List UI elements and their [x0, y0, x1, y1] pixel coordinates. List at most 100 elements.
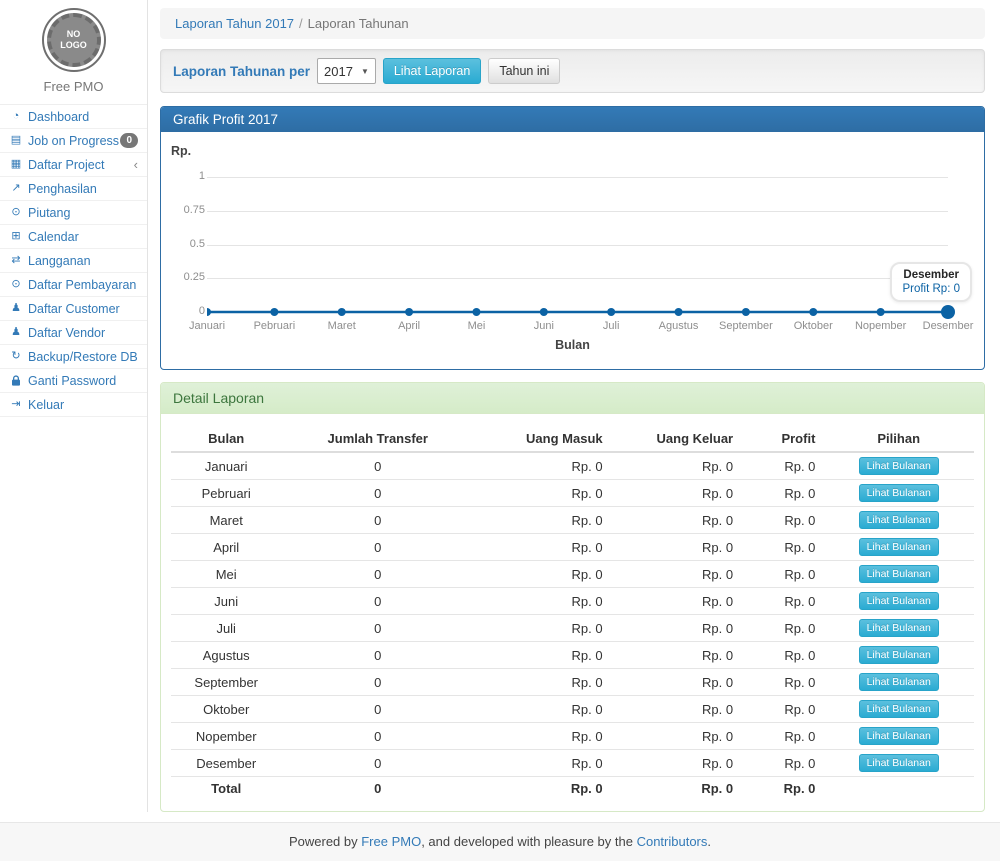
pilihan-cell: Lihat Bulanan	[823, 669, 974, 696]
year-select[interactable]: 2017 ▼	[317, 58, 376, 84]
profit-chart-panel: Grafik Profit 2017 Rp. 00.250.50.751Janu…	[160, 106, 985, 370]
tahun-ini-button[interactable]: Tahun ini	[488, 58, 560, 84]
chart-point-nopember[interactable]	[877, 308, 885, 316]
uang_masuk-cell: Rp. 0	[474, 507, 611, 534]
signout-icon: ⇥	[9, 399, 23, 410]
uang_masuk-cell: Rp. 0	[474, 534, 611, 561]
uang_keluar-cell: Rp. 0	[611, 723, 741, 750]
lihat-bulanan-button[interactable]: Lihat Bulanan	[859, 727, 939, 745]
column-header: Pilihan	[823, 426, 974, 452]
chart-point-juni[interactable]	[540, 308, 548, 316]
table-row: Nopember0Rp. 0Rp. 0Rp. 0Lihat Bulanan	[171, 723, 974, 750]
sidebar-item-piutang[interactable]: ⊙Piutang	[0, 201, 147, 225]
pilihan-cell: Lihat Bulanan	[823, 452, 974, 480]
jumlah_transfer-cell: 0	[281, 642, 474, 669]
sidebar-item-dashboard[interactable]: ◔ Dashboard	[0, 105, 147, 129]
uang_keluar-cell: Rp. 0	[611, 452, 741, 480]
sidebar-item-label: Dashboard	[28, 110, 89, 124]
chart-point-oktober[interactable]	[809, 308, 817, 316]
sidebar-item-label: Calendar	[28, 230, 79, 244]
sidebar-item-job-on-progress[interactable]: ▤Job on Progress0	[0, 129, 147, 153]
footer-text: , and developed with pleasure by the	[421, 834, 636, 849]
tooltip-month: Desember	[902, 269, 960, 281]
sidebar-item-ganti-password[interactable]: Ganti Password	[0, 369, 147, 393]
chart-point-desember[interactable]	[941, 305, 955, 319]
lihat-bulanan-button[interactable]: Lihat Bulanan	[859, 457, 939, 475]
free-pmo-link[interactable]: Free PMO	[361, 834, 421, 849]
sidebar-item-langganan[interactable]: ⇄Langganan	[0, 249, 147, 273]
chart-point-september[interactable]	[742, 308, 750, 316]
chart-point-januari[interactable]	[207, 308, 211, 316]
uang_keluar-cell: Rp. 0	[611, 615, 741, 642]
chart-point-juli[interactable]	[607, 308, 615, 316]
lihat-bulanan-button[interactable]: Lihat Bulanan	[859, 700, 939, 718]
column-header: Bulan	[171, 426, 281, 452]
total-bulan-cell: Total	[171, 777, 281, 801]
lihat-bulanan-button[interactable]: Lihat Bulanan	[859, 484, 939, 502]
brand-name: Free PMO	[0, 79, 147, 94]
profit-cell: Rp. 0	[741, 507, 823, 534]
sidebar-item-label: Job on Progress	[28, 134, 119, 148]
profit-cell: Rp. 0	[741, 723, 823, 750]
jumlah_transfer-cell: 0	[281, 507, 474, 534]
x-tick-label: Agustus	[659, 320, 699, 332]
lihat-bulanan-button[interactable]: Lihat Bulanan	[859, 673, 939, 691]
profit-cell: Rp. 0	[741, 696, 823, 723]
sidebar-item-calendar[interactable]: ⊞Calendar	[0, 225, 147, 249]
chart-point-maret[interactable]	[338, 308, 346, 316]
profit-line-chart: Rp. 00.250.50.751JanuariPebruariMaretApr…	[171, 144, 974, 359]
sidebar-item-label: Penghasilan	[28, 182, 97, 196]
sidebar-item-keluar[interactable]: ⇥Keluar	[0, 393, 147, 417]
chart-point-pebruari[interactable]	[270, 308, 278, 316]
table-row: Juni0Rp. 0Rp. 0Rp. 0Lihat Bulanan	[171, 588, 974, 615]
bulan-cell: Mei	[171, 561, 281, 588]
jumlah_transfer-cell: 0	[281, 750, 474, 777]
pilihan-cell: Lihat Bulanan	[823, 696, 974, 723]
x-tick-label: Pebruari	[254, 320, 296, 332]
pilihan-cell: Lihat Bulanan	[823, 588, 974, 615]
x-tick-label: Mei	[468, 320, 486, 332]
breadcrumb-link[interactable]: Laporan Tahun 2017	[175, 16, 294, 31]
profit-cell: Rp. 0	[741, 615, 823, 642]
sidebar-item-backup-restore-db[interactable]: ↻Backup/Restore DB	[0, 345, 147, 369]
table-row: Desember0Rp. 0Rp. 0Rp. 0Lihat Bulanan	[171, 750, 974, 777]
pilihan-cell: Lihat Bulanan	[823, 507, 974, 534]
lihat-bulanan-button[interactable]: Lihat Bulanan	[859, 646, 939, 664]
contributors-link[interactable]: Contributors	[637, 834, 708, 849]
footer-text: Powered by	[289, 834, 361, 849]
jumlah_transfer-cell: 0	[281, 696, 474, 723]
retweet-icon: ⇄	[9, 255, 23, 266]
lihat-bulanan-button[interactable]: Lihat Bulanan	[859, 754, 939, 772]
uang_keluar-cell: Rp. 0	[611, 696, 741, 723]
money-icon: ⊙	[9, 207, 23, 218]
sidebar-item-daftar-customer[interactable]: ♟Daftar Customer	[0, 297, 147, 321]
bulan-cell: Agustus	[171, 642, 281, 669]
sidebar-item-penghasilan[interactable]: ↗Penghasilan	[0, 177, 147, 201]
dashboard-icon: ◔	[9, 111, 23, 122]
sidebar-item-daftar-pembayaran[interactable]: ⊙Daftar Pembayaran	[0, 273, 147, 297]
lihat-bulanan-button[interactable]: Lihat Bulanan	[859, 538, 939, 556]
bulan-cell: Oktober	[171, 696, 281, 723]
lihat-bulanan-button[interactable]: Lihat Bulanan	[859, 565, 939, 583]
pilihan-cell: Lihat Bulanan	[823, 750, 974, 777]
chart-point-april[interactable]	[405, 308, 413, 316]
sidebar-item-daftar-project[interactable]: ▦Daftar Project‹	[0, 153, 147, 177]
chart-point-mei[interactable]	[472, 308, 480, 316]
pilihan-cell: Lihat Bulanan	[823, 561, 974, 588]
lihat-laporan-button[interactable]: Lihat Laporan	[383, 58, 481, 84]
table-row: Juli0Rp. 0Rp. 0Rp. 0Lihat Bulanan	[171, 615, 974, 642]
lihat-bulanan-button[interactable]: Lihat Bulanan	[859, 619, 939, 637]
chart-point-agustus[interactable]	[675, 308, 683, 316]
pilihan-cell: Lihat Bulanan	[823, 642, 974, 669]
uang_keluar-cell: Rp. 0	[611, 534, 741, 561]
sidebar-nav: ◔ Dashboard ▤Job on Progress0▦Daftar Proje…	[0, 104, 147, 417]
y-tick-label: 0	[171, 305, 205, 317]
pilihan-cell: Lihat Bulanan	[823, 615, 974, 642]
sidebar-item-daftar-vendor[interactable]: ♟Daftar Vendor	[0, 321, 147, 345]
lihat-bulanan-button[interactable]: Lihat Bulanan	[859, 511, 939, 529]
uang_masuk-cell: Rp. 0	[474, 696, 611, 723]
lihat-bulanan-button[interactable]: Lihat Bulanan	[859, 592, 939, 610]
table-row: April0Rp. 0Rp. 0Rp. 0Lihat Bulanan	[171, 534, 974, 561]
detail-laporan-panel: Detail Laporan BulanJumlah TransferUang …	[160, 382, 985, 812]
profit-cell: Rp. 0	[741, 534, 823, 561]
